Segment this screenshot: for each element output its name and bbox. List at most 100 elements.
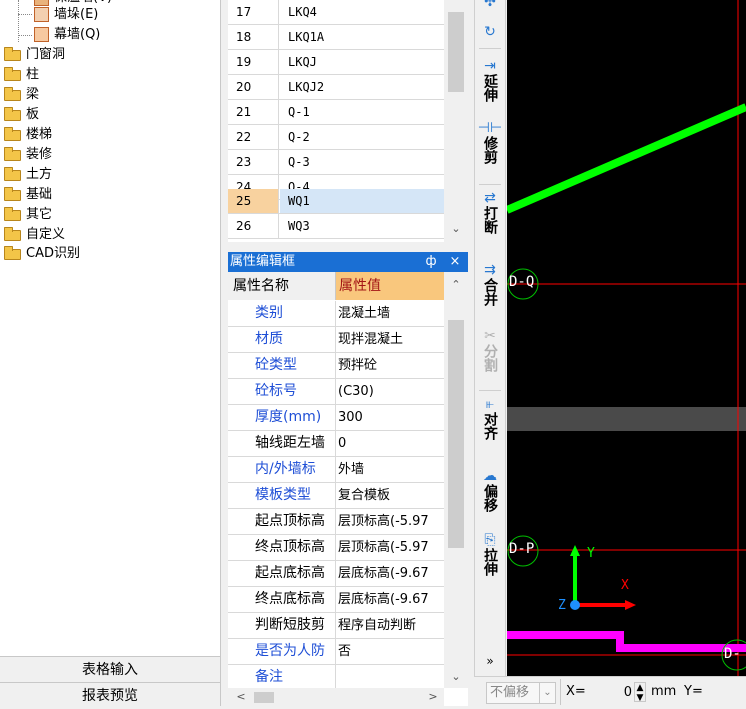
toolbar-divider — [479, 48, 501, 49]
x-coord-stepper[interactable]: ▲ ▼ — [634, 682, 646, 703]
status-divider — [560, 679, 561, 705]
scroll-down-icon[interactable]: ⌄ — [447, 670, 465, 683]
tree-item-label: 墙垛(E) — [54, 7, 99, 22]
table-row-selected[interactable]: 25 WQ1 — [228, 189, 444, 214]
folder-icon — [4, 187, 21, 201]
folder-icon — [4, 167, 21, 181]
property-row[interactable]: 内/外墙标 外墙 — [228, 457, 444, 483]
report-preview-button[interactable]: 报表预览 — [0, 682, 220, 708]
component-list-grid: 17 LKQ4 18 LKQ1A 19 LKQJ 20 LKQJ2 21 Q-1 22 Q-… — [228, 0, 468, 242]
folder-icon — [4, 107, 21, 121]
scroll-left-icon[interactable]: < — [232, 690, 250, 703]
axis-label-dp: D-P — [509, 541, 535, 557]
trim-tool-button[interactable]: ⊣⊢ 修剪 — [475, 120, 505, 164]
break-tool-button[interactable]: ⇄ 打断 — [475, 190, 505, 234]
panel-splitter[interactable] — [220, 0, 228, 706]
property-row[interactable]: 起点底标高 层底标高(-9.67 — [228, 561, 444, 587]
table-input-button[interactable]: 表格输入 — [0, 656, 220, 682]
column-header-name: 属性名称 — [228, 272, 336, 300]
property-row[interactable]: 类别 混凝土墙 — [228, 301, 444, 327]
rotate-tool-button[interactable]: ↻ — [475, 24, 505, 40]
component-tree: 保温墙(V) 墙垛(E) 幕墙(Q) 门窗洞 柱 梁 板 楼梯 装修 土方 基础… — [0, 0, 220, 656]
property-row[interactable]: 终点顶标高 层顶标高(-5.97 — [228, 535, 444, 561]
tree-guide-line — [18, 35, 32, 36]
curtain-wall-icon — [34, 27, 49, 42]
folder-icon — [4, 207, 21, 221]
horizontal-scrollbar[interactable]: < > — [228, 688, 444, 706]
pin-icon[interactable]: ф — [424, 252, 438, 272]
more-tools-icon[interactable]: » — [475, 654, 505, 668]
move-tool-button[interactable]: ✣ — [475, 0, 505, 10]
extend-icon: ⇥ — [484, 58, 496, 74]
merge-tool-button[interactable]: ⇉ 合并 — [475, 262, 505, 306]
axis-label-dq: D-Q — [509, 274, 535, 290]
split-icon: ✂ — [484, 328, 496, 344]
scroll-up-icon[interactable]: ⌃ — [447, 278, 465, 291]
table-row[interactable]: 17 LKQ4 — [228, 0, 444, 25]
pilaster-icon — [34, 7, 49, 22]
property-row[interactable]: 是否为人防否 — [228, 639, 444, 665]
chevron-down-icon: ⌄ — [539, 683, 555, 703]
tree-guide-line — [18, 14, 32, 15]
unit-label: mm — [651, 684, 677, 699]
x-coord-input[interactable]: 0 — [592, 682, 632, 704]
property-row[interactable]: 厚度(mm) 300 — [228, 405, 444, 431]
tree-item-label: 幕墙(Q) — [54, 27, 101, 42]
scroll-right-icon[interactable]: > — [424, 690, 442, 703]
table-row[interactable]: 19 LKQJ — [228, 50, 444, 75]
offset-icon: ☁ — [483, 468, 497, 484]
green-wall — [507, 103, 746, 214]
table-row[interactable]: 18 LKQ1A — [228, 25, 444, 50]
align-tool-button[interactable]: ⫦ 对齐 — [475, 396, 505, 440]
property-row[interactable]: 起点顶标高 层顶标高(-5.97 — [228, 509, 444, 535]
grid-scroll-thumb[interactable] — [448, 12, 464, 92]
table-row[interactable]: 21 Q-1 — [228, 100, 444, 125]
break-icon: ⇄ — [484, 190, 496, 206]
table-row[interactable]: 22 Q-2 — [228, 125, 444, 150]
table-row[interactable]: 23 Q-3 — [228, 150, 444, 175]
ucs-x-label: X — [621, 578, 629, 593]
extend-tool-button[interactable]: ⇥ 延伸 — [475, 58, 505, 102]
property-row[interactable]: 模板类型 复合模板 — [228, 483, 444, 509]
property-row[interactable]: 砼标号 (C30) — [228, 379, 444, 405]
property-row[interactable]: 材质 现拌混凝土 — [228, 327, 444, 353]
toolbar-divider — [479, 184, 501, 185]
status-bar: 不偏移 ⌄ X= 0 ▲ ▼ mm Y= — [474, 676, 746, 706]
horizontal-scroll-thumb[interactable] — [254, 692, 274, 703]
ucs-y-label: Y — [587, 546, 595, 561]
property-grid: 属性名称 属性值 类别 混凝土墙 材质 现拌混凝土 砼类型 预拌砼 砼标号 (C30) … — [228, 272, 468, 706]
table-row[interactable]: 26 WQ3 — [228, 214, 444, 239]
toolbar-divider — [479, 390, 501, 391]
split-tool-button[interactable]: ✂ 分割 — [475, 328, 505, 372]
stretch-tool-button[interactable]: ⎘ 拉伸 — [475, 532, 505, 576]
ucs-x-arrow — [625, 600, 636, 610]
property-row[interactable]: 判断短肢剪 程序自动判断 — [228, 613, 444, 639]
property-row[interactable]: 终点底标高 层底标高(-9.67 — [228, 587, 444, 613]
property-panel-title: 属性编辑框 — [230, 254, 296, 269]
cad-drawing-canvas[interactable]: D-Q D-P D- Y X Z — [507, 0, 746, 676]
folder-icon — [4, 147, 21, 161]
drawing-svg — [507, 0, 746, 676]
offset-tool-button[interactable]: ☁ 偏移 — [475, 468, 505, 512]
folder-icon — [4, 47, 21, 61]
property-row[interactable]: 轴线距左墙 0 — [228, 431, 444, 457]
close-icon[interactable]: × — [448, 252, 462, 272]
stretch-icon: ⎘ — [484, 532, 496, 548]
folder-icon — [4, 87, 21, 101]
grid-scrollbar[interactable]: ⌄ — [444, 0, 468, 242]
rotate-icon: ↻ — [484, 24, 496, 40]
magenta-wall — [507, 631, 746, 652]
property-scrollbar[interactable]: ⌃ ⌄ — [444, 272, 468, 688]
scroll-down-icon[interactable]: ⌄ — [447, 222, 465, 235]
property-scroll-thumb[interactable] — [448, 320, 464, 548]
folder-icon — [4, 227, 21, 241]
property-row[interactable]: 砼类型 预拌砼 — [228, 353, 444, 379]
trim-icon: ⊣⊢ — [477, 120, 503, 136]
table-row[interactable]: 20 LKQJ2 — [228, 75, 444, 100]
folder-icon — [4, 67, 21, 81]
align-icon: ⫦ — [486, 396, 494, 412]
offset-mode-select[interactable]: 不偏移 ⌄ — [486, 682, 556, 704]
wall-insulation-icon — [34, 0, 49, 6]
grey-band — [507, 407, 746, 431]
merge-icon: ⇉ — [484, 262, 496, 278]
